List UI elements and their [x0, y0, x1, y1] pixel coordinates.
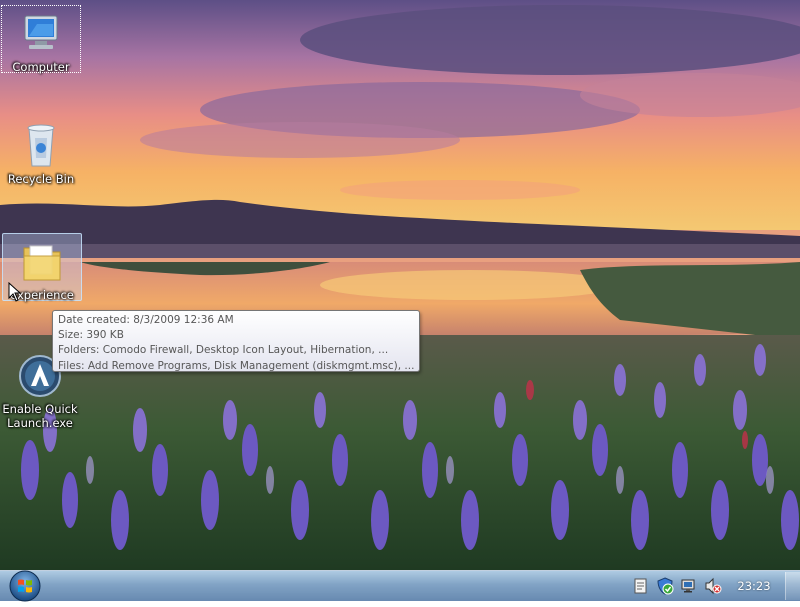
mouse-cursor-icon	[8, 282, 22, 302]
clock[interactable]: 23:23	[725, 579, 783, 593]
folder-icon	[18, 238, 66, 286]
volume-muted-icon[interactable]	[704, 577, 722, 595]
wallpaper-scene	[0, 0, 800, 570]
network-icon[interactable]	[680, 577, 698, 595]
show-desktop-button[interactable]	[785, 572, 800, 600]
action-center-icon[interactable]	[632, 577, 650, 595]
recycle-bin-icon	[17, 122, 65, 170]
security-shield-icon[interactable]	[656, 577, 674, 595]
tooltip-size: Size: 390 KB	[58, 329, 124, 342]
taskbar: 23:23	[0, 569, 800, 603]
desktop-icon-label: Enable Quick	[2, 402, 78, 416]
desktop-icon-label: Recycle Bin	[7, 172, 75, 186]
desktop-icon-computer[interactable]: Computer	[1, 5, 81, 74]
computer-icon	[17, 10, 65, 58]
system-tray: 23:23	[629, 571, 800, 601]
windows-orb-icon	[9, 570, 41, 602]
desktop-icon-recycle-bin[interactable]: Recycle Bin	[2, 118, 80, 188]
tooltip-folders: Folders: Comodo Firewall, Desktop Icon L…	[58, 344, 389, 357]
desktop-wallpaper	[0, 0, 800, 570]
start-button[interactable]	[7, 569, 43, 603]
folder-info-tooltip: Date created: 8/3/2009 12:36 AM Size: 39…	[52, 310, 420, 372]
desktop-icon-label: Launch.exe	[7, 416, 73, 430]
desktop-icon-label: Computer	[12, 60, 70, 74]
tooltip-files: Files: Add Remove Programs, Disk Managem…	[58, 359, 414, 372]
tooltip-date-created: Date created: 8/3/2009 12:36 AM	[58, 314, 234, 326]
